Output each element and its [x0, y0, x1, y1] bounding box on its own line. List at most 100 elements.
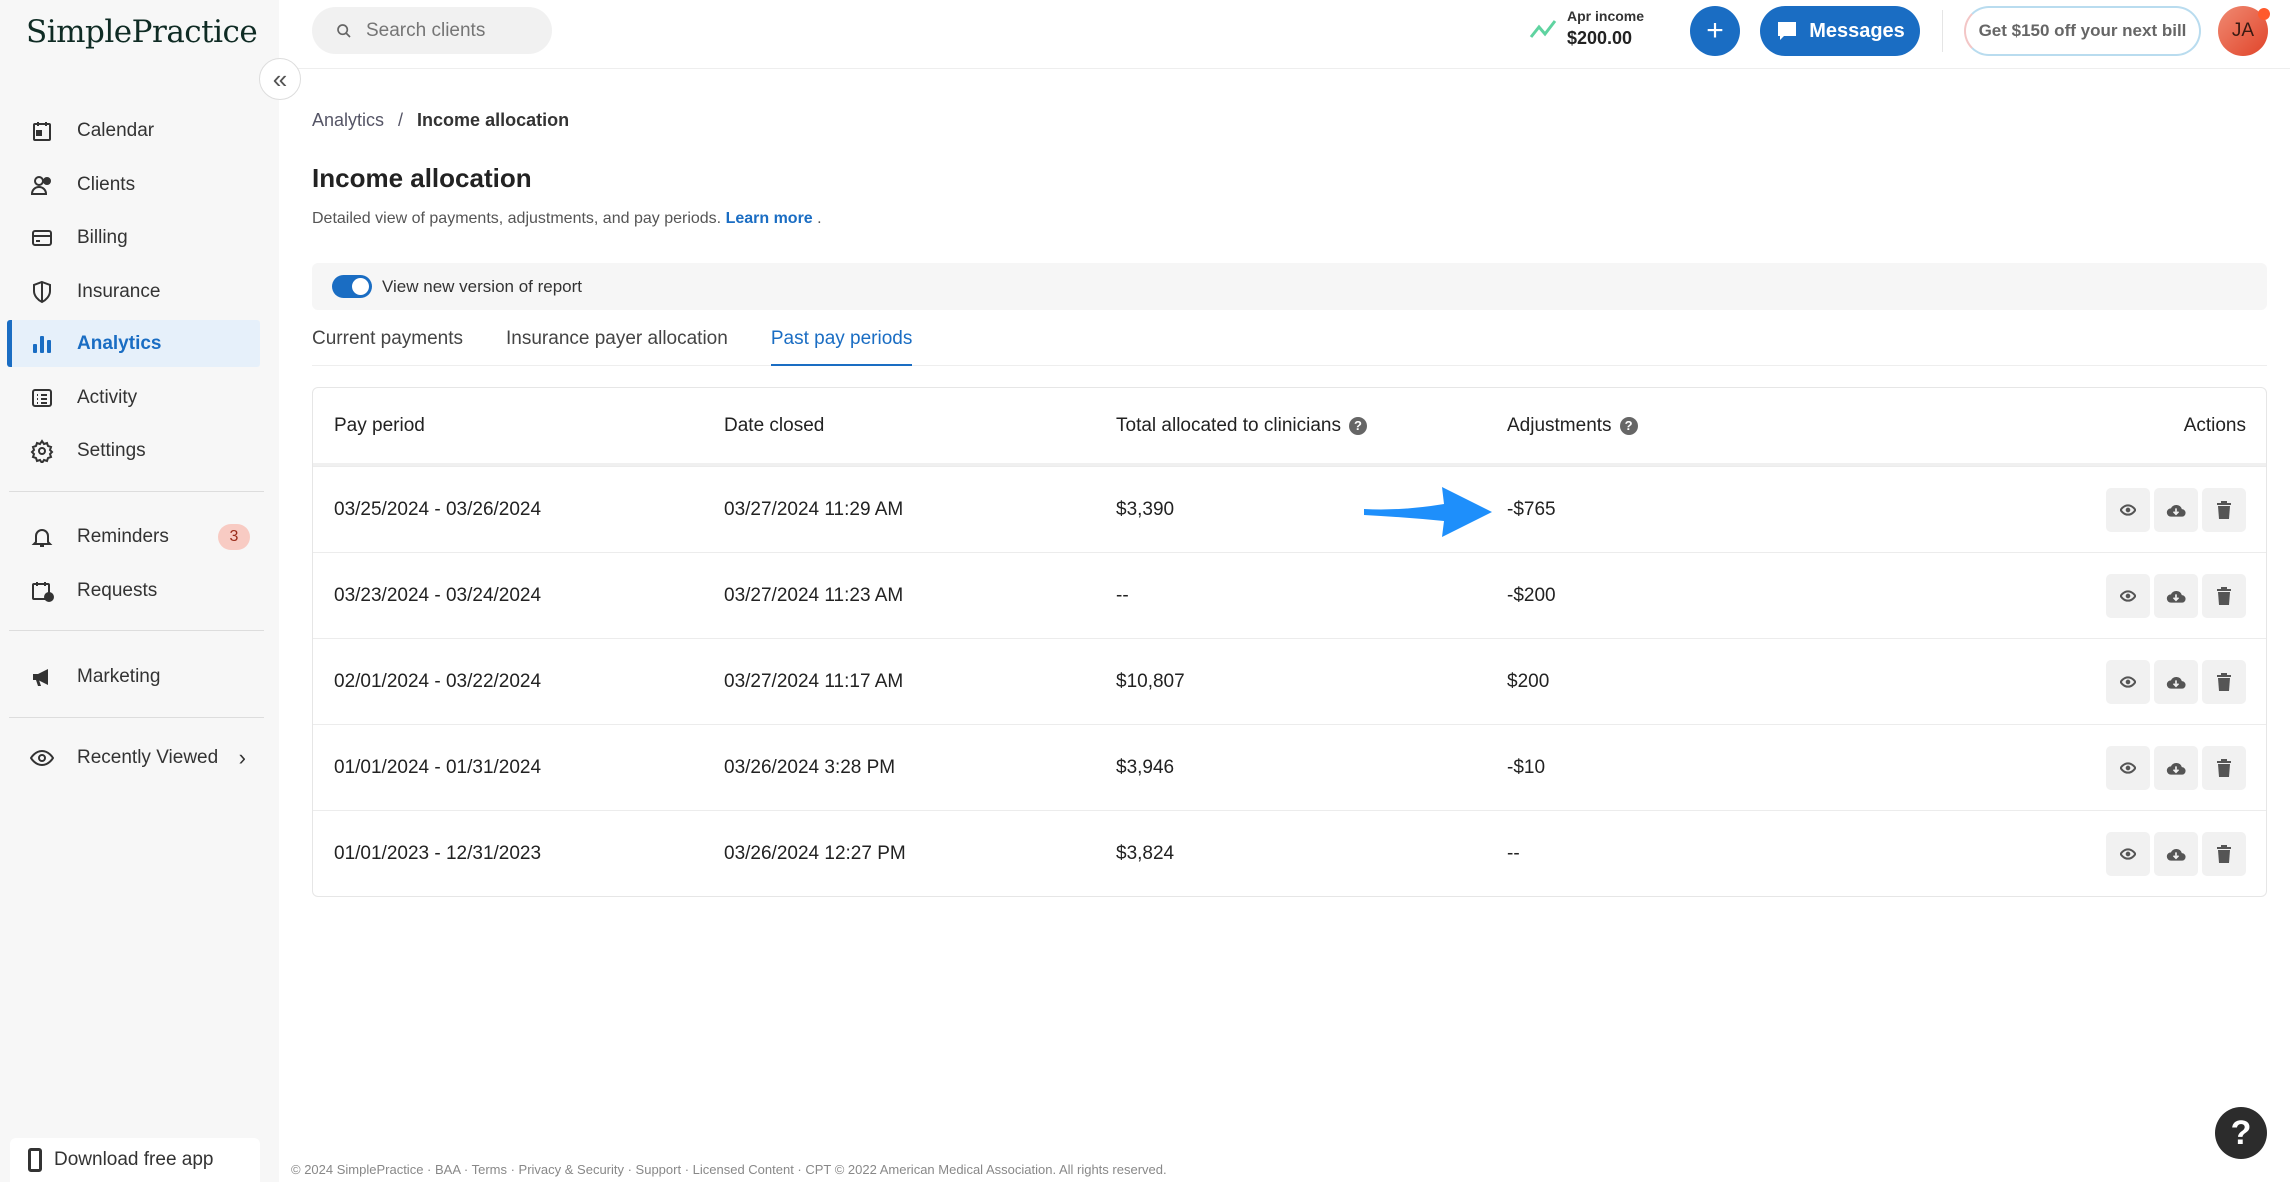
sidebar-item-label: Analytics — [77, 332, 162, 354]
eye-icon — [27, 746, 57, 770]
income-summary[interactable]: Apr income $200.00 — [1529, 8, 1644, 49]
income-label: Apr income — [1567, 8, 1645, 24]
income-value: $200.00 — [1567, 28, 1633, 48]
header-label: Total allocated to clinicians — [1116, 414, 1341, 436]
sidebar-item-billing[interactable]: Billing — [7, 214, 260, 261]
logo[interactable]: SimplePractice — [26, 14, 258, 50]
view-button[interactable] — [2106, 487, 2150, 532]
cell-total-allocated: -- — [1116, 584, 1129, 606]
cell-adjustment: -$10 — [1507, 756, 1546, 778]
download-button[interactable] — [2154, 487, 2198, 532]
sidebar-item-marketing[interactable]: Marketing — [7, 653, 260, 700]
download-button[interactable] — [2154, 573, 2198, 618]
view-button[interactable] — [2106, 659, 2150, 704]
trash-icon — [2217, 586, 2231, 605]
eye-icon — [2120, 846, 2136, 862]
page-subtitle: Detailed view of payments, adjustments, … — [312, 210, 822, 228]
cell-pay-period: 01/01/2024 - 01/31/2024 — [334, 756, 542, 778]
cloud-download-icon — [2166, 501, 2186, 519]
sidebar-item-label: Clients — [77, 173, 136, 195]
breadcrumb-analytics[interactable]: Analytics — [312, 110, 384, 130]
learn-more-link[interactable]: Learn more — [726, 210, 813, 227]
breadcrumb-separator: / — [398, 110, 404, 130]
cell-total-allocated: $3,946 — [1116, 756, 1175, 778]
avatar-initials: JA — [2231, 20, 2255, 41]
divider — [9, 491, 264, 492]
cloud-download-icon — [2166, 587, 2186, 605]
bell-icon — [27, 525, 57, 549]
help-button[interactable]: ? — [2215, 1107, 2267, 1159]
chat-icon — [1778, 22, 1797, 40]
sidebar-item-clients[interactable]: Clients — [7, 161, 260, 208]
table-row: 02/01/2024 - 03/22/2024 03/27/2024 11:17 … — [313, 638, 2266, 724]
cell-pay-period: 02/01/2024 - 03/22/2024 — [334, 670, 542, 692]
promo-button[interactable]: Get $150 off your next bill — [1964, 6, 2201, 56]
divider — [9, 630, 264, 631]
header-adjustments[interactable]: Adjustments? — [1507, 415, 1638, 437]
download-button[interactable] — [2154, 745, 2198, 790]
sidebar-item-insurance[interactable]: Insurance — [7, 268, 260, 315]
sidebar-item-label: Requests — [77, 579, 158, 601]
sidebar-item-requests[interactable]: Requests — [7, 567, 260, 614]
delete-button[interactable] — [2202, 831, 2246, 876]
divider — [1942, 10, 1943, 52]
download-button[interactable] — [2154, 659, 2198, 704]
add-button[interactable]: + — [1690, 6, 1740, 56]
cloud-download-icon — [2166, 673, 2186, 691]
view-button[interactable] — [2106, 573, 2150, 618]
breadcrumb: Analytics / Income allocation — [312, 110, 569, 131]
sidebar-item-settings[interactable]: Settings — [7, 427, 260, 474]
cell-adjustment: $200 — [1507, 670, 1550, 692]
view-button[interactable] — [2106, 831, 2150, 876]
cell-adjustment: -$200 — [1507, 584, 1556, 606]
header-label: Adjustments — [1507, 414, 1612, 436]
sidebar-item-reminders[interactable]: Reminders 3 — [7, 513, 260, 560]
footer: © 2024 SimplePractice · BAA · Terms · Pr… — [291, 1162, 1167, 1177]
tab-current-payments[interactable]: Current payments — [312, 328, 463, 366]
delete-button[interactable] — [2202, 487, 2246, 532]
messages-button[interactable]: Messages — [1760, 6, 1920, 56]
tab-insurance-payer-allocation[interactable]: Insurance payer allocation — [506, 328, 728, 366]
gear-icon — [27, 438, 57, 463]
activity-icon — [27, 386, 57, 410]
sidebar-item-analytics[interactable]: Analytics — [7, 320, 260, 367]
eye-icon — [2120, 760, 2136, 776]
page-title: Income allocation — [312, 163, 532, 193]
annotation-arrow-icon — [1364, 487, 1492, 537]
sidebar-item-label: Settings — [77, 439, 146, 461]
help-icon[interactable]: ? — [1619, 416, 1638, 435]
chevron-right-icon: › — [238, 744, 246, 770]
view-button[interactable] — [2106, 745, 2150, 790]
sidebar-item-recently-viewed[interactable]: Recently Viewed › — [7, 734, 260, 781]
download-button[interactable] — [2154, 831, 2198, 876]
delete-button[interactable] — [2202, 659, 2246, 704]
sidebar-item-activity[interactable]: Activity — [7, 374, 260, 421]
search-box[interactable] — [312, 7, 552, 54]
download-app-label: Download free app — [54, 1149, 214, 1170]
trend-up-icon — [1529, 19, 1557, 38]
header-pay-period[interactable]: Pay period — [334, 415, 425, 437]
row-actions — [2106, 573, 2246, 618]
header-date-closed[interactable]: Date closed — [724, 415, 824, 437]
row-actions — [2106, 745, 2246, 790]
subtitle-period: . — [817, 210, 822, 227]
sidebar-item-label: Calendar — [77, 119, 155, 141]
delete-button[interactable] — [2202, 745, 2246, 790]
download-app-button[interactable]: Download free app — [10, 1138, 260, 1182]
help-icon[interactable]: ? — [1348, 416, 1367, 435]
sidebar-item-calendar[interactable]: Calendar — [7, 107, 260, 154]
cell-pay-period: 03/25/2024 - 03/26/2024 — [334, 498, 542, 520]
sidebar-item-label: Billing — [77, 226, 128, 248]
cell-total-allocated: $3,824 — [1116, 842, 1175, 864]
search-input[interactable] — [366, 19, 536, 42]
table-row: 01/01/2023 - 12/31/2023 03/26/2024 12:27 … — [313, 810, 2266, 896]
notification-dot — [2258, 8, 2270, 20]
avatar[interactable]: JA — [2218, 6, 2270, 56]
tab-past-pay-periods[interactable]: Past pay periods — [770, 328, 913, 366]
trash-icon — [2217, 672, 2231, 691]
collapse-sidebar-button[interactable]: « — [259, 58, 301, 100]
delete-button[interactable] — [2202, 573, 2246, 618]
calendar-icon — [27, 119, 57, 143]
new-version-toggle[interactable] — [332, 275, 372, 298]
header-total-allocated[interactable]: Total allocated to clinicians? — [1116, 415, 1367, 437]
